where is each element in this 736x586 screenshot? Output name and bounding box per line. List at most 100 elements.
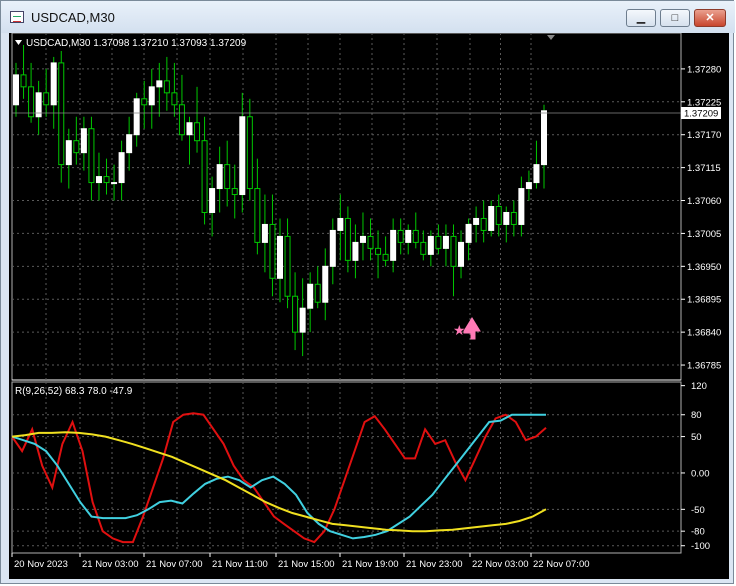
price-level-label: 1.37225 xyxy=(687,97,721,108)
candle-body xyxy=(239,116,246,196)
candle-body xyxy=(329,229,336,267)
candle-body xyxy=(209,188,216,213)
candle-body xyxy=(510,211,517,225)
chart-window: USDCAD,M30 ▁ □ ✕ 1.37280 1.37225 1.37170 1.… xyxy=(0,0,735,584)
candle-body xyxy=(525,182,532,190)
candle-body xyxy=(43,92,50,106)
price-level-label: 1.37005 xyxy=(687,229,721,240)
indicator-axis: 120 80 50 0.00 -50 -80 -100 xyxy=(681,381,710,552)
price-level-label: 1.36950 xyxy=(687,262,721,273)
candle-body xyxy=(13,74,19,106)
candle-body xyxy=(277,235,283,279)
close-button[interactable]: ✕ xyxy=(694,9,726,27)
candle-body xyxy=(292,295,299,333)
candle-body xyxy=(156,80,163,88)
current-price-label: 1.37209 xyxy=(684,109,718,120)
candle-body xyxy=(495,206,502,225)
candle-body xyxy=(450,235,457,267)
candle-body xyxy=(352,241,359,261)
time-label: 21 Nov 19:00 xyxy=(342,559,399,570)
candle-body xyxy=(95,176,102,184)
price-level-label: 1.36895 xyxy=(687,295,721,306)
time-label: 21 Nov 23:00 xyxy=(406,559,463,570)
candle-body xyxy=(427,235,434,255)
candle-body xyxy=(254,188,261,243)
price-level-label: 1.37170 xyxy=(687,130,721,141)
chart-canvas[interactable]: 1.37280 1.37225 1.37170 1.37115 1.37060 1.370… xyxy=(9,32,729,579)
price-level-label: 1.37115 xyxy=(687,163,721,174)
up-arrow-icon xyxy=(463,317,481,340)
candle-body xyxy=(20,74,27,88)
main-panel-frame xyxy=(11,32,682,381)
chart-window-icon xyxy=(10,11,24,23)
candle-body xyxy=(194,122,201,142)
candle-body xyxy=(73,140,80,154)
title-bar[interactable]: USDCAD,M30 ▁ □ ✕ xyxy=(1,1,735,33)
candle-body xyxy=(148,86,155,106)
candle-body xyxy=(382,253,389,261)
candle-body xyxy=(442,235,449,249)
candle-body xyxy=(465,223,472,243)
candle-body xyxy=(344,217,351,261)
candle-body xyxy=(118,152,125,184)
price-level-label: 1.37280 xyxy=(687,64,721,75)
time-label: 22 Nov 03:00 xyxy=(472,559,529,570)
chart-area[interactable]: 1.37280 1.37225 1.37170 1.37115 1.37060 1.370… xyxy=(9,32,729,579)
time-axis: 20 Nov 2023 21 Nov 03:00 21 Nov 07:00 21 No… xyxy=(11,553,590,570)
window-title: USDCAD,M30 xyxy=(31,10,115,25)
shift-marker-icon[interactable] xyxy=(547,35,555,40)
indicator-level-label: -100 xyxy=(691,541,710,552)
time-label: 22 Nov 07:00 xyxy=(533,559,590,570)
candle-body xyxy=(533,164,540,184)
candle-body xyxy=(141,98,148,106)
candle-body xyxy=(201,140,208,213)
candle-body xyxy=(261,223,268,243)
candle-body xyxy=(111,182,118,185)
candle-body xyxy=(246,116,253,190)
price-level-label: 1.36840 xyxy=(687,328,721,339)
price-level-label: 1.37060 xyxy=(687,196,721,207)
candle-body xyxy=(480,217,487,231)
candle-body xyxy=(458,241,465,267)
candle-body xyxy=(390,229,397,261)
candle-body xyxy=(420,241,427,255)
time-label: 21 Nov 03:00 xyxy=(82,559,139,570)
candle-body xyxy=(284,235,291,297)
candle-body xyxy=(28,86,35,118)
time-label: 20 Nov 2023 xyxy=(14,559,68,570)
indicator-level-label: -80 xyxy=(691,527,705,538)
indicator-level-label: -50 xyxy=(691,505,705,516)
time-label: 21 Nov 11:00 xyxy=(212,559,268,570)
candle-body xyxy=(359,235,366,243)
candle-body xyxy=(337,217,344,231)
candle-body xyxy=(518,188,525,225)
candle-body xyxy=(314,283,321,303)
candle-body xyxy=(412,229,419,243)
candle-body xyxy=(488,206,495,231)
candle-body xyxy=(133,98,140,136)
star-icon: ★ xyxy=(453,322,466,338)
candle-body xyxy=(367,235,374,249)
candle-body xyxy=(65,140,72,166)
candle-body xyxy=(88,128,95,184)
candle-body xyxy=(375,247,382,255)
candle-body xyxy=(58,62,65,166)
indicator-level-label: 50 xyxy=(691,432,702,443)
candle-body xyxy=(307,283,314,309)
minimize-button[interactable]: ▁ xyxy=(626,9,656,27)
indicator-level-label: 120 xyxy=(691,381,707,392)
price-level-label: 1.36785 xyxy=(687,361,721,372)
indicator-level-label: 0.00 xyxy=(691,468,710,479)
candle-body xyxy=(178,104,185,136)
symbol-info: USDCAD,M30 1.37098 1.37210 1.37093 1.372… xyxy=(26,38,247,49)
time-label: 21 Nov 07:00 xyxy=(146,559,203,570)
candle-body xyxy=(163,80,170,94)
indicator-lines xyxy=(11,412,547,544)
candle-body xyxy=(435,235,442,249)
candle-body xyxy=(541,110,547,166)
candle-body xyxy=(186,122,193,136)
candle-body xyxy=(231,188,238,196)
panel-menu-icon[interactable] xyxy=(15,40,22,45)
cci-fast-line xyxy=(11,412,547,544)
maximize-button[interactable]: □ xyxy=(660,9,690,27)
